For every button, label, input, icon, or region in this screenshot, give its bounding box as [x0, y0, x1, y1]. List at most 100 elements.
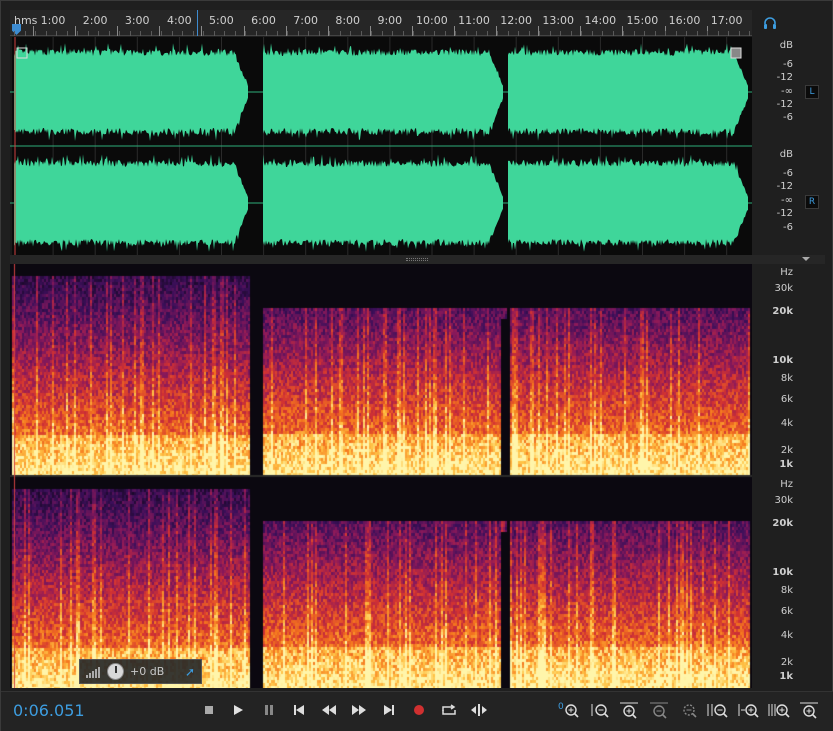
- ruler-minor-tick: [528, 31, 530, 36]
- ruler-minor-tick: [14, 31, 15, 36]
- ruler-minor-tick: [266, 31, 267, 36]
- zoom-in-right-edge-button[interactable]: [766, 698, 792, 722]
- zoom-in-left-edge-button[interactable]: [736, 698, 762, 722]
- gain-knob[interactable]: [107, 663, 124, 680]
- ruler-minor-tick: [675, 31, 677, 36]
- rewind-button[interactable]: [317, 700, 341, 720]
- ruler-minor-tick: [507, 31, 509, 36]
- current-time-display[interactable]: 0:06.051: [13, 701, 85, 720]
- ruler-minor-tick: [413, 31, 414, 36]
- ruler-minor-tick: [549, 31, 551, 36]
- skip-back-icon: [294, 705, 304, 715]
- db-label: -12: [776, 72, 793, 83]
- headphones-icon[interactable]: [763, 15, 777, 29]
- ruler-minor-tick: [318, 31, 320, 36]
- zoom-in-amplitude-button[interactable]: 0: [556, 698, 582, 722]
- waveform-editor-panel: hms 1:00 2:00 3:00 4:00 5:00 6:00 7:00 8:00 9:00…: [0, 0, 833, 731]
- time-tick-label: 7:00: [293, 14, 318, 27]
- time-tick-label: 6:00: [251, 14, 276, 27]
- zoom-fit-icon: [800, 702, 818, 719]
- go-to-start-button[interactable]: [287, 700, 311, 720]
- pause-button[interactable]: [257, 700, 281, 720]
- ruler-minor-tick: [444, 31, 446, 36]
- ruler-minor-tick: [287, 31, 288, 36]
- ruler-minor-tick: [696, 31, 698, 36]
- ruler-minor-tick: [717, 31, 719, 36]
- db-label: -12: [776, 99, 793, 110]
- waveform-segment: [263, 43, 503, 141]
- channel-r-toggle[interactable]: R: [805, 195, 819, 209]
- ruler-minor-tick: [591, 31, 593, 36]
- ruler-minor-tick: [77, 31, 78, 36]
- ruler-major-tick: [75, 26, 77, 36]
- fade-out-handle[interactable]: [730, 47, 742, 59]
- pin-icon[interactable]: ➚: [185, 665, 195, 679]
- ruler-minor-tick: [150, 31, 152, 36]
- zoom-in-time-button[interactable]: [616, 698, 642, 722]
- splitter-grip-icon[interactable]: [406, 258, 428, 261]
- stop-button[interactable]: [197, 700, 221, 720]
- hz-label: 4k: [780, 630, 793, 641]
- zoom-to-selection-button[interactable]: [705, 698, 731, 722]
- time-tick-label: 11:00: [458, 14, 490, 27]
- ruler-minor-tick: [119, 31, 120, 36]
- db-label: -6: [783, 168, 793, 179]
- play-icon: [234, 705, 243, 715]
- ruler-minor-tick: [476, 31, 477, 36]
- time-tick-label: 8:00: [335, 14, 361, 27]
- ruler-minor-tick: [465, 31, 467, 36]
- view-splitter[interactable]: [10, 255, 825, 264]
- ruler-minor-tick: [570, 31, 572, 36]
- gain-value: +0 dB: [130, 665, 165, 678]
- volume-hud[interactable]: +0 dB ➚: [79, 659, 202, 684]
- ruler-minor-tick: [644, 31, 645, 36]
- hz-label: 10k: [772, 567, 793, 578]
- zoom-amplitude-icon: 0: [558, 702, 579, 718]
- zoom-out-time-button[interactable]: [646, 698, 672, 722]
- waveform-canvas: [10, 37, 752, 255]
- zoom-out-full-button[interactable]: [676, 698, 702, 722]
- db-unit-label-l: dB: [779, 40, 793, 51]
- ruler-minor-tick: [203, 31, 204, 36]
- db-label: -12: [776, 181, 793, 192]
- waveform-segment: [263, 154, 503, 252]
- rewind-icon: [322, 705, 336, 715]
- ruler-minor-tick: [108, 31, 110, 36]
- timeline-ruler[interactable]: hms 1:00 2:00 3:00 4:00 5:00 6:00 7:00 8:00 9:00…: [10, 10, 752, 36]
- time-tick-label: 10:00: [416, 14, 448, 27]
- ruler-minor-tick: [633, 31, 635, 36]
- svg-text:0: 0: [558, 702, 564, 712]
- zoom-fit-button[interactable]: [796, 698, 822, 722]
- skip-selection-button[interactable]: [467, 700, 491, 720]
- ruler-minor-tick: [654, 31, 656, 36]
- ruler-minor-tick: [224, 31, 225, 36]
- hz-label: 8k: [780, 373, 793, 384]
- zoom-out-amplitude-icon: [591, 704, 609, 718]
- zoom-in-time-icon: [620, 702, 638, 719]
- hz-label: 4k: [780, 418, 793, 429]
- time-tick-label: 3:00: [124, 14, 150, 27]
- waveform-display[interactable]: [10, 37, 752, 255]
- fast-forward-button[interactable]: [347, 700, 371, 720]
- record-button[interactable]: [407, 700, 431, 720]
- channel-l-toggle[interactable]: L: [805, 85, 819, 99]
- hz-label: 6k: [780, 606, 793, 617]
- hz-label: 30k: [774, 495, 793, 506]
- db-label: -6: [783, 112, 793, 123]
- ruler-minor-tick: [66, 31, 68, 36]
- hz-label: 30k: [774, 283, 793, 294]
- go-to-end-button[interactable]: [377, 700, 401, 720]
- record-icon: [414, 705, 424, 715]
- transport-bar: 0:06.051 0: [1, 691, 833, 731]
- zoom-out-amplitude-button[interactable]: [587, 698, 613, 722]
- loop-playback-button[interactable]: [437, 700, 461, 720]
- loop-icon: [442, 704, 456, 715]
- hz-label: 6k: [780, 394, 793, 405]
- time-tick-label: 14:00: [584, 14, 617, 27]
- ruler-minor-tick: [276, 31, 278, 36]
- chevron-down-icon[interactable]: [802, 257, 810, 261]
- zoom-out-time-icon: [650, 702, 668, 719]
- play-button[interactable]: [226, 700, 250, 720]
- ruler-minor-tick: [182, 31, 183, 36]
- spectral-frequency-display[interactable]: [10, 264, 752, 688]
